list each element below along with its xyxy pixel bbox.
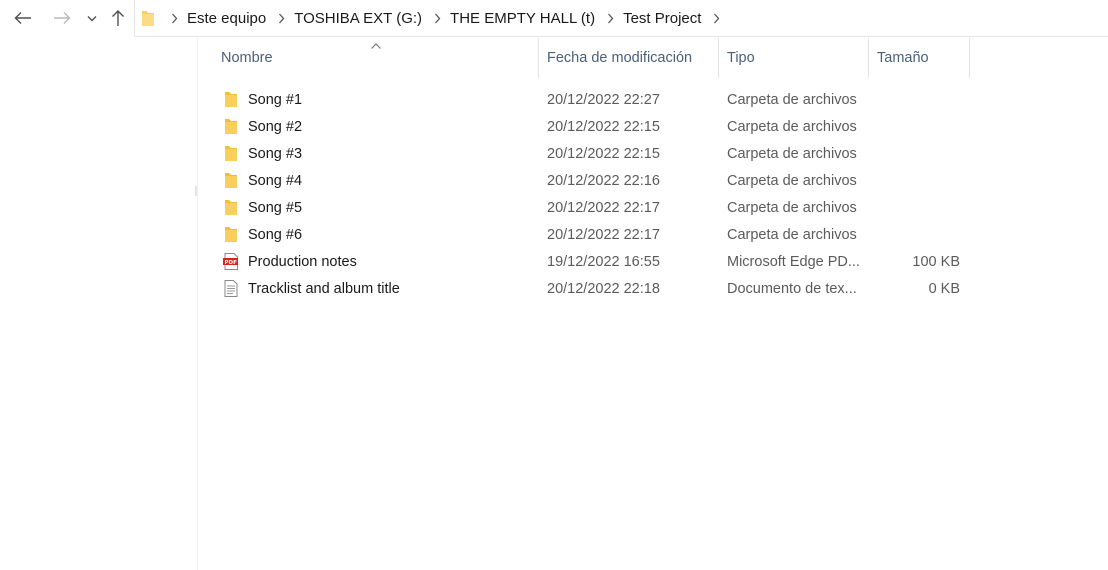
column-header-label: Nombre <box>221 50 273 66</box>
file-name: Song #2 <box>248 118 303 135</box>
file-name: Song #5 <box>248 199 303 216</box>
column-header-date[interactable]: Fecha de modificación <box>539 38 719 78</box>
file-date: 20/12/2022 22:17 <box>547 199 660 216</box>
file-name: Production notes <box>248 253 357 270</box>
chevron-right-icon[interactable] <box>274 10 288 26</box>
file-name: Song #3 <box>248 145 303 162</box>
file-row-7[interactable]: PDF Production notes 19/12/2022 16:55 Mi… <box>198 248 970 275</box>
file-name-cell: Song #4 <box>222 167 534 194</box>
column-header-row: Nombre Fecha de modificación Tipo Tamaño <box>198 38 970 78</box>
column-header-label: Tamaño <box>877 50 929 66</box>
file-size: 0 KB <box>928 280 960 297</box>
file-name-cell: Tracklist and album title <box>222 275 534 302</box>
file-date: 20/12/2022 22:15 <box>547 118 660 135</box>
column-header-size[interactable]: Tamaño <box>869 38 970 78</box>
column-header-type[interactable]: Tipo <box>719 38 869 78</box>
file-name-cell: Song #3 <box>222 140 534 167</box>
file-name: Song #6 <box>248 226 303 243</box>
chevron-right-icon[interactable] <box>603 10 617 26</box>
recent-locations-button[interactable] <box>80 6 104 30</box>
folder-icon <box>222 226 240 244</box>
file-date: 20/12/2022 22:27 <box>547 91 660 108</box>
breadcrumb-item[interactable]: TOSHIBA EXT (G:) <box>294 10 422 27</box>
file-size <box>870 167 960 194</box>
file-row-8[interactable]: Tracklist and album title 20/12/2022 22:… <box>198 275 970 302</box>
file-name-cell: PDF Production notes <box>222 248 534 275</box>
navigation-pane <box>0 38 198 570</box>
folder-icon <box>222 145 240 163</box>
back-arrow-icon <box>14 12 31 24</box>
file-name-cell: Song #6 <box>222 221 534 248</box>
file-size <box>870 140 960 167</box>
folder-icon <box>141 9 157 27</box>
file-type: Carpeta de archivos <box>727 91 857 108</box>
file-type: Documento de tex... <box>727 280 857 297</box>
chevron-right-icon[interactable] <box>430 10 444 26</box>
folder-icon <box>222 199 240 217</box>
file-date: 20/12/2022 22:15 <box>547 145 660 162</box>
file-type: Carpeta de archivos <box>727 199 857 216</box>
chevron-right-icon[interactable] <box>167 10 181 26</box>
pane-resize-handle[interactable] <box>195 186 197 196</box>
navigation-bar: Este equipo TOSHIBA EXT (G:) THE EMPTY H… <box>0 0 1108 37</box>
address-bar[interactable]: Este equipo TOSHIBA EXT (G:) THE EMPTY H… <box>134 0 1108 37</box>
column-header-label: Tipo <box>727 50 755 66</box>
breadcrumb: Este equipo TOSHIBA EXT (G:) THE EMPTY H… <box>165 10 729 27</box>
file-date: 20/12/2022 22:17 <box>547 226 660 243</box>
file-type: Carpeta de archivos <box>727 145 857 162</box>
file-name-cell: Song #5 <box>222 194 534 221</box>
folder-icon <box>222 91 240 109</box>
file-size <box>870 221 960 248</box>
file-type: Microsoft Edge PD... <box>727 253 860 270</box>
up-button[interactable] <box>106 6 130 30</box>
file-name: Song #1 <box>248 91 303 108</box>
file-date: 19/12/2022 16:55 <box>547 253 660 270</box>
breadcrumb-item-current[interactable]: Test Project <box>623 10 701 27</box>
file-type: Carpeta de archivos <box>727 118 857 135</box>
back-button[interactable] <box>11 6 35 30</box>
file-name-cell: Song #1 <box>222 86 534 113</box>
file-row-1[interactable]: Song #1 20/12/2022 22:27 Carpeta de arch… <box>198 86 970 113</box>
folder-icon <box>222 172 240 190</box>
file-type: Carpeta de archivos <box>727 226 857 243</box>
file-row-5[interactable]: Song #5 20/12/2022 22:17 Carpeta de arch… <box>198 194 970 221</box>
column-header-label: Fecha de modificación <box>547 50 693 66</box>
file-row-6[interactable]: Song #6 20/12/2022 22:17 Carpeta de arch… <box>198 221 970 248</box>
file-size <box>870 194 960 221</box>
folder-icon <box>222 118 240 136</box>
file-row-3[interactable]: Song #3 20/12/2022 22:15 Carpeta de arch… <box>198 140 970 167</box>
up-arrow-icon <box>112 10 124 26</box>
svg-text:PDF: PDF <box>225 260 238 266</box>
file-row-2[interactable]: Song #2 20/12/2022 22:15 Carpeta de arch… <box>198 113 970 140</box>
chevron-right-icon[interactable] <box>709 10 723 26</box>
file-name: Song #4 <box>248 172 303 189</box>
breadcrumb-item[interactable]: Este equipo <box>187 10 266 27</box>
file-row-4[interactable]: Song #4 20/12/2022 22:16 Carpeta de arch… <box>198 167 970 194</box>
file-size: 100 KB <box>912 253 960 270</box>
file-list: Nombre Fecha de modificación Tipo Tamaño… <box>198 38 1108 570</box>
forward-button[interactable] <box>50 6 74 30</box>
file-name-cell: Song #2 <box>222 113 534 140</box>
file-date: 20/12/2022 22:16 <box>547 172 660 189</box>
column-header-name[interactable]: Nombre <box>213 38 539 78</box>
file-size <box>870 113 960 140</box>
file-name: Tracklist and album title <box>248 280 400 297</box>
pdf-icon: PDF <box>222 253 240 271</box>
file-type: Carpeta de archivos <box>727 172 857 189</box>
file-size <box>870 86 960 113</box>
breadcrumb-item[interactable]: THE EMPTY HALL (t) <box>450 10 595 27</box>
text-file-icon <box>222 280 240 298</box>
file-date: 20/12/2022 22:18 <box>547 280 660 297</box>
forward-arrow-icon <box>54 12 71 24</box>
chevron-down-icon <box>87 15 97 21</box>
